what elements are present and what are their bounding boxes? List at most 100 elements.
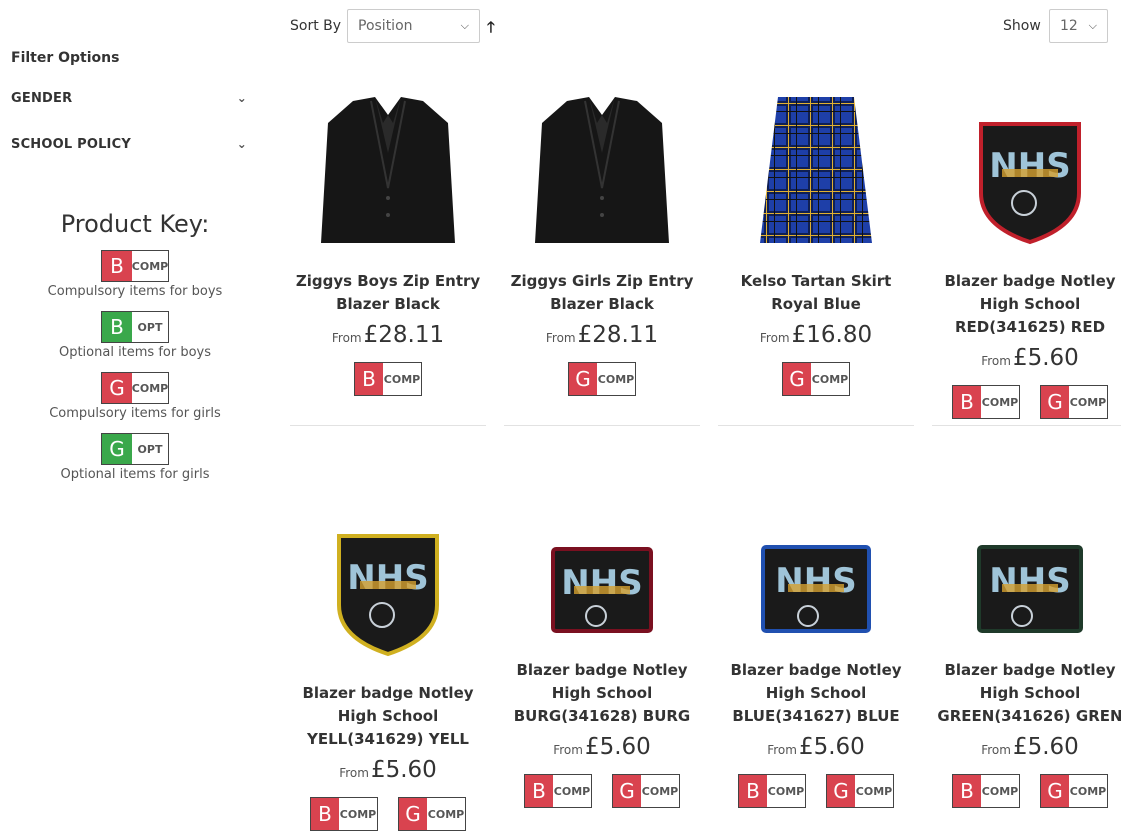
boys-compulsory-badge: B COMP [101, 250, 169, 282]
girls-compulsory-badge: G COMP [1040, 385, 1108, 419]
product-price: From£5.60 [930, 345, 1121, 371]
key-description: Compulsory items for girls [49, 406, 221, 421]
product-card[interactable]: Ziggys Boys Zip Entry Blazer Black From£… [288, 85, 488, 396]
filter-sidebar: Filter Options GENDER ⌄ SCHOOL POLICY ⌄ [11, 50, 251, 177]
product-card[interactable]: Ziggys Girls Zip Entry Blazer Black From… [502, 85, 702, 396]
badge-tag: COMP [597, 372, 635, 386]
boys-compulsory-badge: B COMP [738, 774, 806, 808]
badge-letter: B [102, 312, 132, 342]
row-divider [932, 425, 1121, 426]
sort-direction-arrow-icon[interactable]: 🡑 [487, 17, 495, 42]
product-image[interactable] [502, 85, 702, 245]
product-name[interactable]: Ziggys Boys Zip Entry Blazer Black [288, 270, 488, 316]
badge-tag: COMP [339, 807, 377, 821]
product-image[interactable] [716, 85, 916, 245]
boys-compulsory-badge: B COMP [952, 385, 1020, 419]
badge-letter: B [102, 251, 132, 281]
filter-school-policy-label: SCHOOL POLICY [11, 136, 131, 152]
key-item-girls-comp: G COMP Compulsory items for girls [40, 372, 230, 421]
price-from-label: From [767, 743, 797, 757]
badge-tag: COMP [1069, 395, 1107, 409]
svg-text:NHS: NHS [989, 561, 1070, 601]
row-divider [504, 425, 700, 426]
product-key-badges: B COMP G COMP [930, 385, 1121, 419]
boys-optional-badge: B OPT [101, 311, 169, 343]
girls-compulsory-badge: G COMP [398, 797, 466, 831]
price-from-label: From [545, 331, 576, 345]
product-card[interactable]: NHS Blazer badge Notley High School GREE… [930, 474, 1121, 808]
key-description: Optional items for girls [60, 467, 210, 482]
badge-tag: COMP [641, 784, 679, 798]
boys-compulsory-badge: B COMP [524, 774, 592, 808]
product-price: From£16.80 [716, 322, 916, 348]
product-card[interactable]: NHS Blazer badge Notley High School BURG… [502, 474, 702, 808]
filter-gender[interactable]: GENDER ⌄ [11, 85, 251, 111]
badge-tag: COMP [855, 784, 893, 798]
badge-letter: B [739, 775, 767, 807]
girls-compulsory-badge: G COMP [612, 774, 680, 808]
price-from-label: From [331, 331, 362, 345]
product-image[interactable]: NHS [930, 85, 1121, 245]
product-image[interactable]: NHS [930, 474, 1121, 634]
product-key-badges: B COMP G COMP [288, 797, 488, 831]
svg-text:NHS: NHS [347, 558, 428, 598]
badge-tag: COMP [981, 784, 1019, 798]
badge-letter: G [1041, 775, 1069, 807]
boys-compulsory-badge: B COMP [952, 774, 1020, 808]
filter-school-policy[interactable]: SCHOOL POLICY ⌄ [11, 131, 251, 157]
girls-compulsory-badge: G COMP [101, 372, 169, 404]
product-image[interactable]: NHS [716, 474, 916, 634]
product-price: From£28.11 [288, 322, 488, 348]
show-label: Show [1003, 18, 1041, 34]
product-key-title: Product Key: [60, 210, 210, 238]
badge-tag: COMP [383, 372, 421, 386]
product-card[interactable]: NHS Blazer badge Notley High School YELL… [288, 497, 488, 831]
product-image[interactable]: NHS [502, 474, 702, 634]
product-key-badges: B COMP G COMP [502, 774, 702, 808]
badge-tag: COMP [427, 807, 465, 821]
sort-by-label: Sort By [290, 18, 342, 34]
price-amount: £5.60 [370, 757, 437, 783]
product-key-badges: B COMP G COMP [930, 774, 1121, 808]
badge-tag: COMP [981, 395, 1019, 409]
price-amount: £5.60 [584, 734, 651, 760]
product-name[interactable]: Blazer badge Notley High School RED(3416… [930, 270, 1121, 339]
product-key: Product Key: B COMP Compulsory items for… [40, 210, 230, 494]
product-key-badges: G COMP [716, 362, 916, 396]
badge-letter: G [613, 775, 641, 807]
product-card[interactable]: Kelso Tartan Skirt Royal Blue From£16.80… [716, 85, 916, 396]
row-divider [718, 425, 914, 426]
product-name[interactable]: Kelso Tartan Skirt Royal Blue [716, 270, 916, 316]
girls-optional-badge: G OPT [101, 433, 169, 465]
badge-tag: COMP [131, 381, 169, 395]
badge-letter: G [827, 775, 855, 807]
sort-by-select[interactable]: Position ⌵ [347, 9, 480, 43]
product-name[interactable]: Blazer badge Notley High School YELL(341… [288, 682, 488, 751]
product-image[interactable] [288, 85, 488, 245]
product-name[interactable]: Blazer badge Notley High School BURG(341… [502, 659, 702, 728]
product-price: From£5.60 [502, 734, 702, 760]
key-item-boys-opt: B OPT Optional items for boys [40, 311, 230, 360]
product-key-badges: B COMP [288, 362, 488, 396]
product-name[interactable]: Blazer badge Notley High School BLUE(341… [716, 659, 916, 728]
product-key-badges: G COMP [502, 362, 702, 396]
badge-letter: G [399, 798, 427, 830]
product-name[interactable]: Ziggys Girls Zip Entry Blazer Black [502, 270, 702, 316]
badge-tag: COMP [1069, 784, 1107, 798]
badge-letter: G [102, 373, 132, 403]
price-amount: £5.60 [1012, 734, 1079, 760]
show-limit-select[interactable]: 12 ⌵ [1049, 9, 1108, 43]
product-key-badges: B COMP G COMP [716, 774, 916, 808]
key-description: Optional items for boys [58, 345, 212, 360]
product-name[interactable]: Blazer badge Notley High School GREEN(34… [930, 659, 1121, 728]
girls-compulsory-badge: G COMP [568, 362, 636, 396]
badge-tag: COMP [811, 372, 849, 386]
price-from-label: From [981, 743, 1011, 757]
price-from-label: From [553, 743, 583, 757]
product-image[interactable]: NHS [288, 497, 488, 657]
product-card[interactable]: NHS Blazer badge Notley High School BLUE… [716, 474, 916, 808]
chevron-down-icon: ⌄ [236, 91, 247, 105]
sort-by-value: Position [358, 18, 413, 34]
chevron-down-icon: ⌵ [1088, 19, 1097, 32]
product-card[interactable]: NHS Blazer badge Notley High School RED(… [930, 85, 1121, 419]
